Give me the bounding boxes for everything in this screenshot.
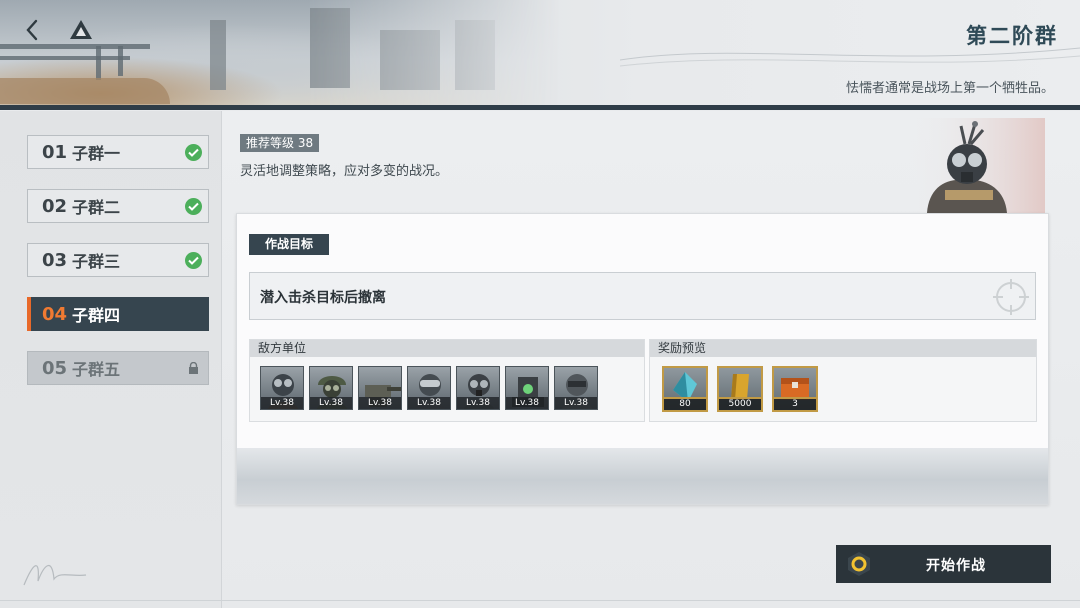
objective-box: 潜入击杀目标后撤离 bbox=[249, 272, 1036, 320]
lock-icon bbox=[189, 362, 198, 374]
enemy-unit[interactable]: Lv.38 bbox=[358, 366, 402, 410]
check-icon bbox=[185, 198, 202, 215]
sidebar-item-number: 01 bbox=[42, 141, 68, 163]
sidebar-item-label: 子群一 bbox=[72, 144, 121, 163]
sidebar-item-04[interactable]: 04 子群四 bbox=[27, 297, 209, 331]
unit-level: Lv.38 bbox=[359, 397, 401, 409]
home-button[interactable] bbox=[68, 18, 94, 42]
recommended-level-badge: 推荐等级 38 bbox=[240, 134, 320, 152]
unit-level: Lv.38 bbox=[506, 397, 548, 409]
enemy-unit[interactable]: Lv.38 bbox=[456, 366, 500, 410]
sidebar-item-label: 子群五 bbox=[72, 360, 121, 379]
footer-divider bbox=[0, 600, 1080, 601]
sidebar-item-05[interactable]: 05 子群五 bbox=[27, 351, 209, 385]
sidebar-item-01[interactable]: 01 子群一 bbox=[27, 135, 209, 169]
reward-preview-header: 奖励预览 bbox=[650, 340, 1036, 357]
chevron-left-icon bbox=[26, 19, 38, 41]
sidebar-item-number: 02 bbox=[42, 195, 68, 217]
stage-detail-card: 作战目标 潜入击杀目标后撤离 敌方单位 Lv.38 Lv.38 Lv.38 Lv… bbox=[236, 213, 1049, 505]
objective-label: 作战目标 bbox=[249, 234, 330, 255]
stage-description: 灵活地调整策略，应对多变的战况。 bbox=[240, 164, 449, 179]
hexagon-ring-icon bbox=[848, 552, 870, 576]
reward-item[interactable]: 5000 bbox=[717, 366, 763, 412]
enemy-unit[interactable]: Lv.38 bbox=[554, 366, 598, 410]
reward-amount: 3 bbox=[774, 399, 816, 410]
sidebar-item-03[interactable]: 03 子群三 bbox=[27, 243, 209, 277]
sidebar-item-number: 05 bbox=[42, 357, 68, 379]
enemy-units-header: 敌方单位 bbox=[250, 340, 644, 357]
start-battle-button[interactable]: 开始作战 bbox=[836, 545, 1051, 583]
unit-level: Lv.38 bbox=[457, 397, 499, 409]
crosshair-icon bbox=[993, 279, 1029, 315]
sidebar-item-number: 04 bbox=[42, 303, 68, 325]
back-button[interactable] bbox=[20, 16, 44, 44]
header-divider-bar bbox=[0, 105, 1080, 110]
unit-level: Lv.38 bbox=[555, 397, 597, 409]
sidebar-item-02[interactable]: 02 子群二 bbox=[27, 189, 209, 223]
signature-decoration bbox=[23, 565, 87, 586]
unit-level: Lv.38 bbox=[261, 397, 303, 409]
stage-title: 第二阶群 bbox=[966, 24, 1058, 48]
reward-item[interactable]: 80 bbox=[662, 366, 708, 412]
unit-level: Lv.38 bbox=[408, 397, 450, 409]
reward-preview-panel: 奖励预览 80 5000 3 bbox=[649, 339, 1037, 422]
enemy-unit[interactable]: Lv.38 bbox=[260, 366, 304, 410]
enemy-unit[interactable]: Lv.38 bbox=[407, 366, 451, 410]
sidebar-item-label: 子群四 bbox=[72, 306, 121, 325]
check-icon bbox=[185, 252, 202, 269]
reward-amount: 80 bbox=[664, 399, 706, 410]
stage-subtitle: 怯懦者通常是战场上第一个牺牲品。 bbox=[845, 81, 1054, 96]
unit-level: Lv.38 bbox=[310, 397, 352, 409]
enemy-units-panel: 敌方单位 Lv.38 Lv.38 Lv.38 Lv.38 Lv.38 Lv.38… bbox=[249, 339, 645, 422]
header-landscape-art bbox=[0, 0, 560, 110]
enemy-unit[interactable]: Lv.38 bbox=[505, 366, 549, 410]
sidebar-item-number: 03 bbox=[42, 249, 68, 271]
reward-item[interactable]: 3 bbox=[772, 366, 818, 412]
reward-amount: 5000 bbox=[719, 399, 761, 410]
start-battle-label: 开始作战 bbox=[926, 558, 986, 574]
home-triangle-icon bbox=[70, 20, 92, 39]
boss-portrait-image bbox=[905, 118, 1045, 213]
enemy-unit[interactable]: Lv.38 bbox=[309, 366, 353, 410]
sidebar-item-label: 子群二 bbox=[72, 198, 121, 217]
objective-text: 潜入击杀目标后撤离 bbox=[260, 290, 386, 306]
check-icon bbox=[185, 144, 202, 161]
sidebar-item-label: 子群三 bbox=[72, 252, 121, 271]
card-bottom-decoration bbox=[237, 448, 1048, 504]
